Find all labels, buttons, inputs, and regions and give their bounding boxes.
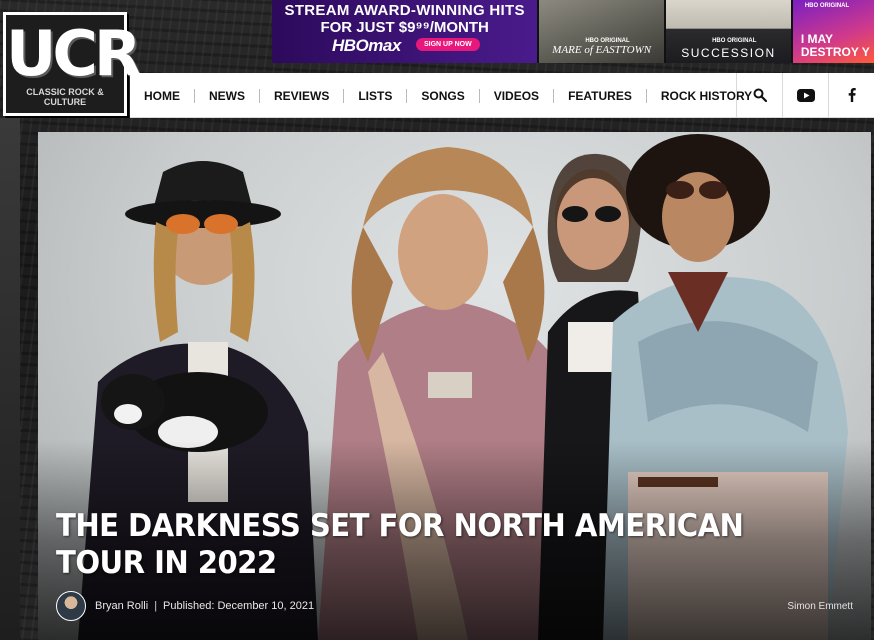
publish-date: Published: December 10, 2021 <box>163 600 315 612</box>
ad-price: FOR JUST $9⁹⁹/MONTH <box>320 19 489 36</box>
nav-item-news[interactable]: NEWS <box>194 88 259 103</box>
search-button[interactable] <box>736 73 782 117</box>
facebook-button[interactable] <box>828 73 874 117</box>
ad-headline: STREAM AWARD-WINNING HITS <box>284 2 525 19</box>
hbomax-ad-banner[interactable]: STREAM AWARD-WINNING HITS FOR JUST $9⁹⁹/… <box>272 0 874 63</box>
article-byline: Bryan Rolli | Published: December 10, 20… <box>56 590 314 622</box>
ad-promo-panel[interactable]: STREAM AWARD-WINNING HITS FOR JUST $9⁹⁹/… <box>272 0 538 63</box>
nav-menu: HOME NEWS REVIEWS LISTS SONGS VIDEOS FEA… <box>130 73 766 118</box>
ad-tile-title: SUCCESSION <box>681 46 776 60</box>
featured-article-hero[interactable]: THE DARKNESS SET FOR NORTH AMERICAN TOUR… <box>38 132 871 640</box>
logo-wordmark: UCR <box>6 17 142 90</box>
ad-signup-button[interactable]: SIGN UP NOW <box>416 38 480 51</box>
nav-item-features[interactable]: FEATURES <box>553 88 646 103</box>
author-avatar[interactable] <box>56 591 86 621</box>
ad-tile-tag: HBO ORIGINAL <box>804 3 850 9</box>
ad-tile-title: MARE of EASTTOWN <box>552 44 652 56</box>
main-navigation: HOME NEWS REVIEWS LISTS SONGS VIDEOS FEA… <box>130 73 874 118</box>
ucr-logo[interactable]: UCR CLASSIC ROCK & CULTURE <box>3 12 142 116</box>
nav-item-reviews[interactable]: REVIEWS <box>259 88 343 103</box>
nav-item-home[interactable]: HOME <box>130 89 194 103</box>
article-headline[interactable]: THE DARKNESS SET FOR NORTH AMERICAN TOUR… <box>56 508 808 582</box>
youtube-button[interactable] <box>782 73 828 117</box>
search-icon <box>753 88 767 102</box>
nav-item-videos[interactable]: VIDEOS <box>478 88 553 103</box>
logo-tagline: CLASSIC ROCK & CULTURE <box>26 87 104 107</box>
author-name[interactable]: Bryan Rolli <box>95 600 148 612</box>
ad-tile-title: I MAY DESTROY Y <box>800 32 870 59</box>
nav-item-songs[interactable]: SONGS <box>406 88 478 103</box>
left-background-strip <box>0 118 20 640</box>
ad-tile-i-may-destroy-you[interactable]: HBO ORIGINAL I MAY DESTROY Y <box>790 0 874 63</box>
ad-tile-mare-of-easttown[interactable]: HBO ORIGINAL MARE of EASTTOWN <box>537 0 665 63</box>
ad-tile-succession[interactable]: HBO ORIGINAL SUCCESSION <box>664 0 791 63</box>
nav-item-lists[interactable]: LISTS <box>343 88 406 103</box>
youtube-icon <box>796 88 815 102</box>
photo-credit: Simon Emmett <box>787 601 853 612</box>
byline-separator: | <box>154 600 158 612</box>
hbomax-logo: HBOmax <box>332 36 401 55</box>
nav-icon-group <box>736 73 874 117</box>
ad-tile-tag: HBO ORIGINAL <box>712 38 757 44</box>
facebook-icon <box>848 88 856 102</box>
